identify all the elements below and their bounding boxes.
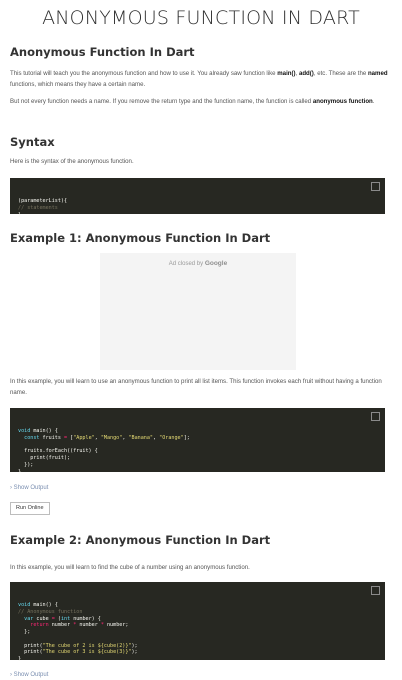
code-token: var bbox=[18, 615, 34, 622]
code-line: fruits.forEach((fruit) { bbox=[18, 448, 377, 455]
code-token: return bbox=[18, 622, 49, 629]
code-line: void main() { bbox=[18, 428, 377, 435]
code-token: const bbox=[18, 435, 40, 442]
show-output-label: Show Output bbox=[13, 485, 49, 491]
code-line: print(fruit); bbox=[18, 455, 377, 462]
example1-show-output[interactable]: › Show Output bbox=[10, 485, 48, 491]
show-output-label: Show Output bbox=[13, 672, 49, 678]
run-online-button[interactable]: Run Online bbox=[10, 502, 50, 515]
code-token: number bbox=[76, 622, 101, 629]
code-token: print(fruit); bbox=[18, 455, 71, 462]
text: This tutorial will teach you the anonymo… bbox=[10, 70, 278, 77]
code-token: "Apple" bbox=[73, 435, 95, 442]
intro-paragraph-2: But not every function needs a name. If … bbox=[10, 96, 394, 107]
code-line: } bbox=[18, 212, 377, 219]
code-token: number; bbox=[103, 622, 129, 629]
code-token: main() { bbox=[30, 428, 58, 435]
code-token: } bbox=[18, 211, 22, 218]
code-token: void bbox=[18, 428, 31, 435]
copy-code-icon[interactable] bbox=[371, 586, 380, 595]
syntax-text: Here is the syntax of the anonymous func… bbox=[10, 158, 134, 165]
code-token: fruits.forEach((fruit) { bbox=[18, 448, 98, 455]
code-token: print( bbox=[18, 649, 43, 656]
page-title: ANONYMOUS FUNCTION IN DART bbox=[42, 7, 360, 29]
code-token: "Banana" bbox=[128, 435, 153, 442]
code-token: number bbox=[48, 622, 74, 629]
ad-placeholder: Ad closed by Google bbox=[100, 253, 296, 370]
code-line: } bbox=[18, 656, 377, 663]
text: But not every function needs a name. If … bbox=[10, 98, 313, 105]
code-line: void main() { bbox=[18, 602, 377, 609]
named-keyword: named bbox=[367, 70, 388, 77]
add-keyword: add() bbox=[298, 70, 314, 77]
anonymous-function-keyword: anonymous function bbox=[312, 98, 373, 105]
code-line: var cube = (int number) { bbox=[18, 616, 377, 623]
google-logo: Google bbox=[204, 260, 228, 267]
example2-text: In this example, you will learn to find … bbox=[10, 564, 250, 571]
code-token: }; bbox=[18, 629, 31, 636]
intro-heading: Anonymous Function In Dart bbox=[10, 45, 195, 59]
code-token: cube bbox=[33, 615, 52, 622]
code-token: (parameterList){ bbox=[18, 198, 68, 205]
example1-text: In this example, you will learn to use a… bbox=[10, 378, 382, 396]
code-token: ); bbox=[131, 649, 138, 656]
code-token: ]; bbox=[183, 435, 190, 442]
code-token: } bbox=[18, 468, 22, 475]
code-token: }); bbox=[18, 461, 34, 468]
example2-heading: Example 2: Anonymous Function In Dart bbox=[10, 533, 271, 547]
main-keyword: main() bbox=[277, 70, 296, 77]
code-token: "The cube of 3 is ${cube(3)}" bbox=[42, 649, 132, 656]
code-line: }); bbox=[18, 462, 377, 469]
text: . bbox=[372, 98, 375, 105]
code-line: // Anonymous function bbox=[18, 609, 377, 616]
code-line: print("The cube of 3 is ${cube(3)}"); bbox=[18, 649, 377, 656]
text: functions, which means they have a certa… bbox=[10, 81, 146, 88]
code-line: const fruits = ["Apple", "Mango", "Banan… bbox=[18, 435, 377, 442]
code-line: (parameterList){ bbox=[18, 198, 377, 205]
code-token: int bbox=[60, 615, 71, 622]
code-token: "Mango" bbox=[100, 435, 123, 442]
copy-code-icon[interactable] bbox=[371, 412, 380, 421]
ad-closed-text: Ad closed by bbox=[168, 261, 205, 267]
code-token: "The cube of 2 is ${cube(2)}" bbox=[42, 642, 132, 649]
code-token: print( bbox=[18, 642, 43, 649]
syntax-code-block: (parameterList){// statements} bbox=[10, 178, 385, 218]
example1-heading: Example 1: Anonymous Function In Dart bbox=[10, 231, 271, 245]
example1-code-block: void main() { const fruits = ["Apple", "… bbox=[10, 408, 385, 475]
code-line: } bbox=[18, 469, 377, 476]
code-token: ); bbox=[131, 642, 138, 649]
code-token: } bbox=[18, 655, 22, 662]
code-token: fruits bbox=[39, 435, 65, 442]
code-token: // statements bbox=[18, 205, 58, 212]
code-token: main() { bbox=[30, 602, 58, 609]
code-token: void bbox=[18, 602, 31, 609]
example2-code-block: void main() {// Anonymous function var c… bbox=[10, 582, 385, 663]
code-token: "Orange" bbox=[159, 435, 184, 442]
code-token: number) { bbox=[70, 615, 101, 622]
example2-show-output[interactable]: › Show Output bbox=[10, 672, 48, 678]
intro-paragraph-1: This tutorial will teach you the anonymo… bbox=[10, 68, 394, 90]
code-line: print("The cube of 2 is ${cube(2)}"); bbox=[18, 643, 377, 650]
code-line: }; bbox=[18, 629, 377, 636]
code-token: // Anonymous function bbox=[18, 609, 83, 616]
syntax-heading: Syntax bbox=[10, 135, 55, 149]
text: , etc. These are the bbox=[313, 70, 368, 77]
code-line: return number * number * number; bbox=[18, 622, 377, 629]
code-line: // statements bbox=[18, 205, 377, 212]
copy-code-icon[interactable] bbox=[371, 182, 380, 191]
